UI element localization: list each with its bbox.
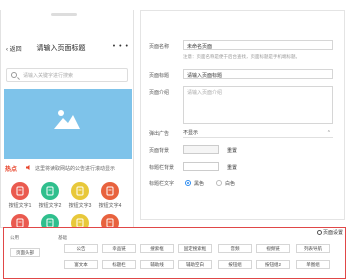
grid-button-label: 按钮文字3 [68, 203, 92, 209]
component-button[interactable]: 公告 [64, 244, 98, 253]
component-button[interactable]: 富文本 [64, 260, 98, 269]
grid-button[interactable]: 按钮文字2 [36, 182, 64, 212]
page-name-hint: 注意：页面名称是便于后台查找，页面标题是手机端标题。 [183, 54, 300, 59]
ad-popup-select[interactable]: 不显示 ⌃ [183, 129, 333, 138]
page-title: 请输入页面标题 [36, 45, 86, 52]
more-icon[interactable]: • • • [113, 43, 129, 50]
grid-button-icon [11, 182, 29, 200]
component-button[interactable]: 按钮组2 [256, 260, 290, 269]
component-button[interactable]: 音频 [218, 244, 252, 253]
title-bg-label: 标题栏背景 [149, 165, 175, 171]
page-name-input[interactable]: 未命名页面 [183, 40, 333, 50]
component-page-header[interactable]: 页面头部 [10, 248, 40, 257]
general-category-label: 公用 [10, 235, 19, 240]
page-settings-link[interactable]: 页面设置 [316, 229, 343, 236]
notice-text: 这里将读取网站的公告进行滚动显示 [35, 166, 116, 172]
banner-carousel[interactable] [4, 89, 132, 159]
search-icon [11, 72, 17, 78]
component-button[interactable]: 视频链 [256, 244, 290, 253]
back-label: 返回 [9, 47, 22, 53]
search-placeholder: 请输入关键字进行搜索 [23, 73, 74, 79]
grid-button-icon [71, 182, 89, 200]
phone-preview: ‹ 返回 请输入页面标题 • • • 请输入关键字进行搜索 热点 这里将读取网站… [0, 10, 135, 241]
page-settings-panel: 页面名称 未命名页面 注意：页面名称是便于后台查找，页面标题是手机端标题。 页面… [140, 10, 345, 220]
grid-button-icon [101, 182, 119, 200]
component-button[interactable]: 搜索框 [140, 244, 174, 253]
page-title-label: 页面标题 [149, 73, 170, 79]
component-button[interactable]: 辅助线 [140, 260, 174, 269]
search-input[interactable]: 请输入关键字进行搜索 [6, 68, 128, 82]
back-button[interactable]: ‹ 返回 [6, 44, 22, 53]
ad-popup-label: 弹出广告 [149, 131, 170, 137]
grid-button[interactable]: 按钮文字3 [66, 182, 94, 212]
component-button[interactable]: 按钮组 [218, 260, 252, 269]
page-settings-link-label: 页面设置 [322, 230, 343, 236]
bg-color-swatch[interactable] [183, 145, 219, 154]
basic-category-label: 基础 [58, 235, 67, 240]
component-button[interactable]: 幸品链 [102, 244, 136, 253]
page-title-input[interactable]: 请输入页面标题 [183, 69, 333, 79]
notice-tag: 热点 [5, 167, 18, 173]
phone-nav-bar: ‹ 返回 请输入页面标题 • • • [1, 40, 135, 58]
grid-button-label: 按钮文字1 [8, 203, 32, 209]
phone-speaker [51, 13, 77, 16]
component-button[interactable]: 标题栏 [102, 260, 136, 269]
editor-root: ‹ 返回 请输入页面标题 • • • 请输入关键字进行搜索 热点 这里将读取网站… [0, 0, 350, 280]
component-button[interactable]: 单图组 [296, 260, 330, 269]
grid-button-label: 按钮文字4 [98, 203, 122, 209]
chevron-down-icon: ⌃ [326, 130, 331, 136]
bg-color-label: 页面背景 [149, 148, 170, 154]
title-bg-reset-button[interactable]: 重置 [227, 164, 237, 171]
carousel-dots [61, 151, 71, 159]
component-button[interactable]: 固定搜索框 [178, 244, 212, 253]
radio-black-label: 黑色 [194, 181, 205, 187]
notice-bar: 热点 这里将读取网站的公告进行滚动显示 [5, 164, 131, 174]
radio-black[interactable] [185, 180, 191, 186]
component-palette: 页面设置 公用 页面头部 基础 公告 幸品链 搜索框 固定搜索框 音频 视频链 列表导航 富… [3, 227, 346, 279]
grid-button-label: 按钮文字2 [38, 203, 62, 209]
grid-button-icon [41, 182, 59, 200]
speaker-icon [26, 165, 30, 170]
ad-popup-value: 不显示 [183, 130, 199, 136]
component-button[interactable]: 辅助空白 [178, 260, 212, 269]
page-desc-label: 页面介绍 [149, 90, 170, 96]
radio-white-label: 白色 [225, 181, 236, 187]
gear-icon [316, 230, 322, 235]
grid-button[interactable]: 按钮文字1 [6, 182, 34, 212]
page-desc-textarea[interactable]: 请输入页面介绍 [183, 86, 333, 124]
grid-button[interactable]: 按钮文字4 [96, 182, 124, 212]
radio-white[interactable] [216, 180, 222, 186]
image-placeholder-icon [54, 110, 80, 129]
title-bg-swatch[interactable] [183, 162, 219, 171]
component-button[interactable]: 列表导航 [296, 244, 330, 253]
title-text-label: 标题栏文字 [149, 181, 175, 187]
bg-color-reset-button[interactable]: 重置 [227, 147, 237, 154]
page-name-label: 页面名称 [149, 44, 170, 50]
